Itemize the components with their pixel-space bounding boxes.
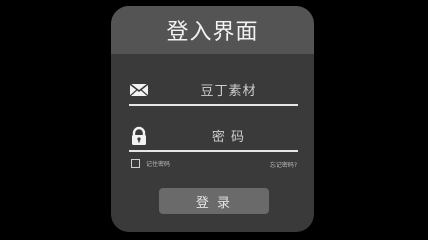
- page-title: 登入界面: [166, 20, 259, 45]
- lock-icon: [129, 126, 149, 146]
- username-input[interactable]: 豆丁素材: [159, 80, 298, 99]
- panel-header: 登入界面: [111, 6, 314, 54]
- username-field[interactable]: 豆丁素材: [129, 74, 298, 106]
- login-panel: 登入界面 豆丁素材 密 码 记住密码 忘记密码? 登 录: [111, 6, 314, 232]
- envelope-icon: [129, 80, 149, 100]
- remember-me[interactable]: 记住密码: [131, 159, 170, 168]
- remember-label: 记住密码: [146, 161, 171, 168]
- password-field[interactable]: 密 码: [129, 120, 298, 152]
- forgot-password-link[interactable]: 忘记密码?: [270, 160, 297, 169]
- login-button[interactable]: 登 录: [159, 188, 269, 214]
- password-input[interactable]: 密 码: [159, 126, 298, 145]
- remember-checkbox[interactable]: [131, 159, 140, 168]
